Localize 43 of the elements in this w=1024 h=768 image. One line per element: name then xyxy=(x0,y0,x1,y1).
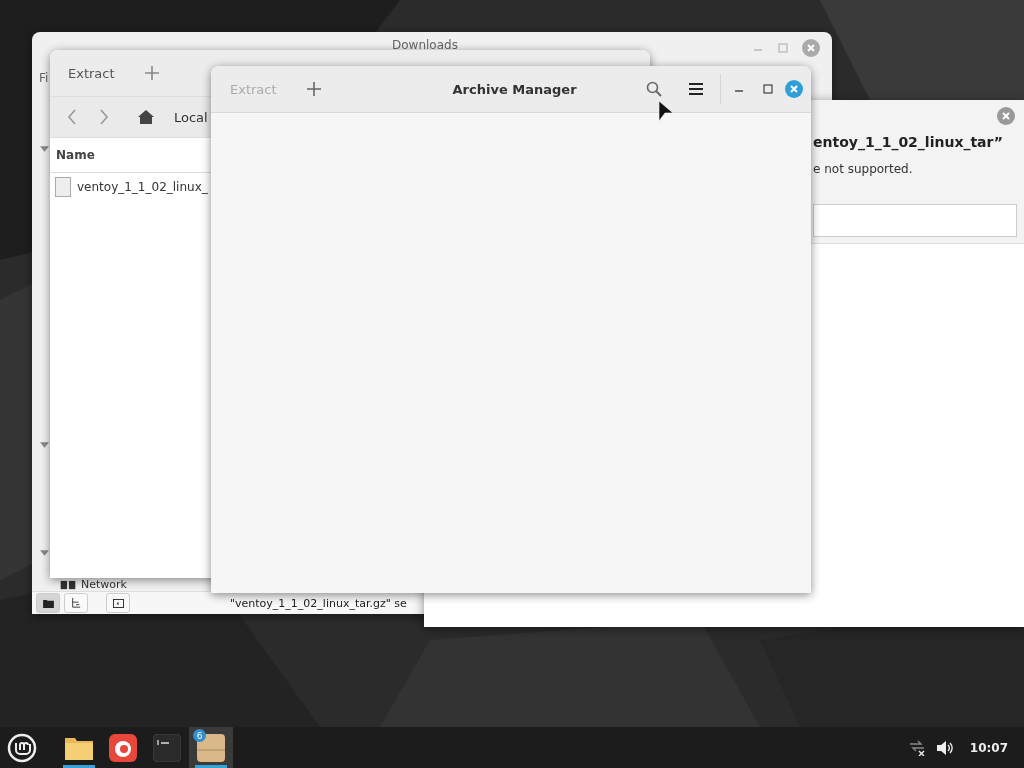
back-icon[interactable] xyxy=(66,109,78,125)
taskbar-app[interactable]: 6 xyxy=(189,727,233,768)
network-disconnected-icon[interactable] xyxy=(907,739,926,756)
window-title: Archive Manager xyxy=(452,81,577,97)
extract-button[interactable]: Extract xyxy=(68,65,115,81)
volume-icon[interactable] xyxy=(935,739,954,756)
expander-icon[interactable] xyxy=(40,442,49,448)
window-title: Downloads xyxy=(392,38,458,52)
folder-icon xyxy=(42,598,54,608)
expander-icon[interactable] xyxy=(40,550,49,556)
browser-icon xyxy=(109,733,137,762)
details-field[interactable] xyxy=(813,204,1017,237)
view-button[interactable] xyxy=(106,593,130,613)
dialog-title: entoy_1_1_02_linux_tar” xyxy=(813,134,1004,150)
menu-icon[interactable] xyxy=(688,81,704,97)
clock[interactable]: 10:07 xyxy=(969,740,1008,755)
close-icon[interactable] xyxy=(802,39,820,57)
status-text: "ventoy_1_1_02_linux_tar.gz" se xyxy=(230,596,407,610)
tree-view-icon xyxy=(71,598,81,608)
column-header[interactable]: Name xyxy=(56,148,95,162)
location-button[interactable]: Local xyxy=(174,109,208,125)
menu-item[interactable]: Fi xyxy=(39,71,49,85)
menu-logo-icon[interactable] xyxy=(7,732,37,763)
close-icon[interactable] xyxy=(785,80,803,98)
forward-icon[interactable] xyxy=(98,109,110,125)
search-icon[interactable] xyxy=(646,81,662,97)
sidebar-toggle-icon xyxy=(112,598,124,608)
count-badge: 6 xyxy=(193,729,206,742)
dialog-message: e not supported. xyxy=(813,162,914,176)
box-icon xyxy=(197,733,225,762)
terminal-icon xyxy=(153,733,181,762)
network-icon xyxy=(60,579,76,591)
file-icon xyxy=(55,177,71,197)
add-icon[interactable] xyxy=(144,66,159,80)
home-icon[interactable] xyxy=(138,110,154,124)
view-button[interactable] xyxy=(64,593,88,613)
cursor-icon xyxy=(659,101,673,121)
expander-icon[interactable] xyxy=(40,146,49,152)
view-button[interactable] xyxy=(36,593,60,613)
maximize-icon[interactable] xyxy=(762,83,774,95)
file-name[interactable]: ventoy_1_1_02_linux_ xyxy=(77,180,208,194)
add-icon[interactable] xyxy=(306,82,321,96)
sidebar-item[interactable]: Network xyxy=(81,579,127,591)
